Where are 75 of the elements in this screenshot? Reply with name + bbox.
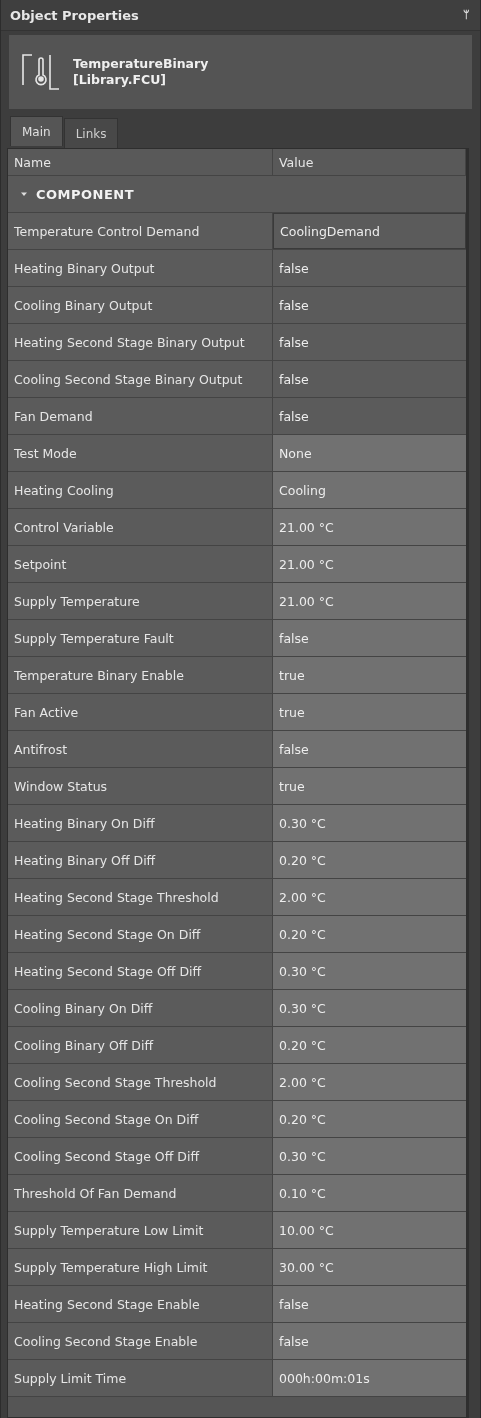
property-name: Heating Binary Off Diff [8,842,273,878]
property-name: Cooling Second Stage Binary Output [8,361,273,397]
panel-title: Object Properties [10,7,139,23]
property-name: Antifrost [8,731,273,767]
property-name: Supply Temperature High Limit [8,1249,273,1285]
property-value[interactable]: false [273,361,466,397]
thermometer-icon [21,52,61,92]
property-name: Setpoint [8,546,273,582]
property-value[interactable]: 0.20 °C [273,916,466,952]
property-value[interactable]: false [273,287,466,323]
property-name: Temperature Control Demand [8,213,273,249]
property-name: Heating Binary On Diff [8,805,273,841]
property-name: Cooling Second Stage Enable [8,1323,273,1359]
property-value[interactable]: false [273,250,466,286]
property-value[interactable]: 0.30 °C [273,990,466,1026]
property-name: Cooling Second Stage On Diff [8,1101,273,1137]
property-name: Cooling Second Stage Off Diff [8,1138,273,1174]
property-value[interactable]: CoolingDemand [273,213,466,249]
property-name: Window Status [8,768,273,804]
property-name: Heating Second Stage Enable [8,1286,273,1322]
property-value[interactable]: true [273,694,466,730]
property-name: Supply Temperature [8,583,273,619]
property-name: Cooling Binary On Diff [8,990,273,1026]
property-value[interactable]: 30.00 °C [273,1249,466,1285]
property-name: Heating Second Stage On Diff [8,916,273,952]
property-value[interactable]: false [273,620,466,656]
property-name: Fan Active [8,694,273,730]
property-value[interactable]: true [273,768,466,804]
property-value[interactable]: 0.20 °C [273,1101,466,1137]
property-value[interactable]: 2.00 °C [273,879,466,915]
property-name: Supply Limit Time [8,1360,273,1396]
tab[interactable]: Links [63,118,119,148]
property-name: Heating Cooling [8,472,273,508]
property-name: Temperature Binary Enable [8,657,273,693]
property-value[interactable]: false [273,324,466,360]
property-name: Threshold Of Fan Demand [8,1175,273,1211]
pin-button[interactable]: ᛘ [463,8,470,22]
group-label: COMPONENT [36,186,135,202]
caret-icon[interactable] [20,190,28,198]
property-name: Fan Demand [8,398,273,434]
property-value[interactable]: 0.30 °C [273,953,466,989]
property-name: Control Variable [8,509,273,545]
property-value[interactable]: 000h:00m:01s [273,1360,466,1396]
property-name: Heating Second Stage Binary Output [8,324,273,360]
property-value[interactable]: Cooling [273,472,466,508]
property-value[interactable]: 21.00 °C [273,509,466,545]
property-value[interactable]: 0.20 °C [273,842,466,878]
object-library: [Library.FCU] [73,72,167,88]
property-value[interactable]: false [273,1286,466,1322]
property-value[interactable]: false [273,1323,466,1359]
property-value[interactable]: 2.00 °C [273,1064,466,1100]
property-name: Supply Temperature Low Limit [8,1212,273,1248]
property-value[interactable]: 21.00 °C [273,583,466,619]
property-value[interactable]: false [273,398,466,434]
property-name: Heating Second Stage Threshold [8,879,273,915]
property-value[interactable]: 10.00 °C [273,1212,466,1248]
property-value[interactable]: true [273,657,466,693]
property-value[interactable]: 0.10 °C [273,1175,466,1211]
object-name: TemperatureBinary [73,56,209,72]
property-name: Heating Second Stage Off Diff [8,953,273,989]
property-value[interactable]: None [273,435,466,471]
property-name: Cooling Second Stage Threshold [8,1064,273,1100]
column-header[interactable]: Name [8,149,273,175]
property-value[interactable]: false [273,731,466,767]
column-header[interactable]: Value [273,149,466,175]
property-name: Heating Binary Output [8,250,273,286]
property-value[interactable]: 0.20 °C [273,1027,466,1063]
property-name: Test Mode [8,435,273,471]
property-name: Cooling Binary Output [8,287,273,323]
property-value[interactable]: 21.00 °C [273,546,466,582]
property-name: Cooling Binary Off Diff [8,1027,273,1063]
tab[interactable]: Main [10,116,63,146]
property-name: Supply Temperature Fault [8,620,273,656]
property-value[interactable]: 0.30 °C [273,805,466,841]
property-value[interactable]: 0.30 °C [273,1138,466,1174]
